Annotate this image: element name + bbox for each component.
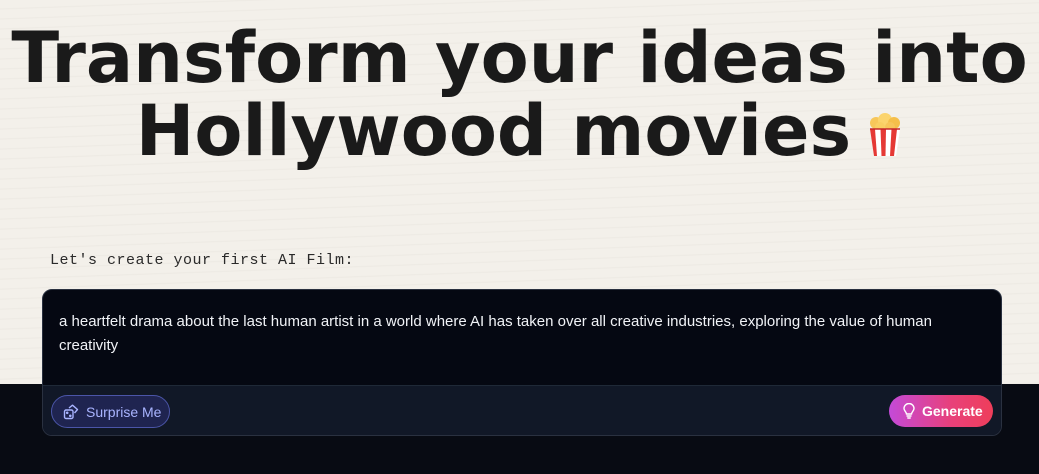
prompt-label: Let's create your first AI Film:: [50, 252, 355, 269]
hero-title-line-2-text: Hollywood movies: [135, 90, 852, 172]
generate-label: Generate: [922, 403, 983, 419]
hero-title-line-1: Transform your ideas into: [11, 17, 1028, 99]
popcorn-icon: [867, 97, 903, 156]
lightbulb-icon: [903, 403, 915, 419]
hero-title: Transform your ideas into Hollywood movi…: [0, 22, 1039, 168]
surprise-me-button[interactable]: Surprise Me: [51, 395, 170, 428]
surprise-me-label: Surprise Me: [86, 403, 162, 420]
dice-icon: [63, 404, 79, 419]
prompt-textarea[interactable]: a heartfelt drama about the last human a…: [59, 310, 964, 358]
generate-button[interactable]: Generate: [889, 395, 993, 427]
composer-toolbar: Surprise Me Generate: [43, 385, 1001, 435]
hero-title-line-2: Hollywood movies: [0, 95, 1039, 168]
prompt-composer: a heartfelt drama about the last human a…: [42, 289, 1002, 436]
